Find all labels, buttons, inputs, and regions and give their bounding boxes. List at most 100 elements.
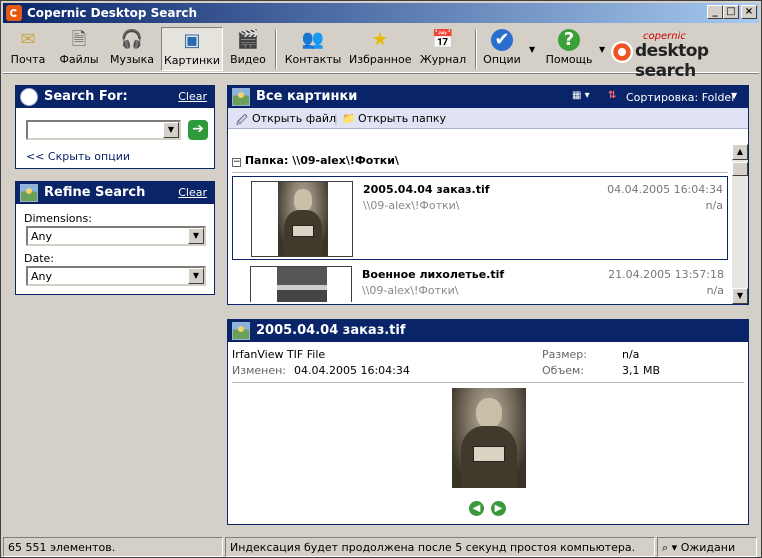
previous-arrow-icon[interactable]: ◀ — [469, 501, 484, 516]
clapperboard-icon: 🎬 — [236, 29, 260, 50]
size-value: n/a — [622, 348, 640, 361]
toolbar-video-button[interactable]: 🎬 Видео — [227, 27, 269, 71]
title-bar: Copernic Desktop Search _ □ × — [3, 3, 759, 23]
sort-icon: ⇅ — [608, 90, 617, 101]
indexing-status[interactable]: ⌕ ▾ Ожидани — [657, 537, 757, 557]
file-type: IrfanView TIF File — [232, 348, 326, 361]
volume-value: 3,1 MB — [622, 364, 661, 377]
search-for-panel: Search For: Clear ▼ ➔ << Скрыть опции — [15, 85, 215, 169]
search-go-button[interactable]: ➔ — [188, 120, 208, 140]
modified-value: 04.04.2005 16:04:34 — [294, 364, 410, 377]
result-thumbnail — [250, 266, 352, 302]
copernic-app-icon[interactable] — [6, 5, 22, 21]
result-path: \\09-alex\!Фотки\ — [363, 199, 460, 212]
refine-search-header: Refine Search Clear — [16, 182, 214, 204]
preview-header: 2005.04.04 заказ.tif — [228, 320, 748, 342]
action-separator: | — [334, 112, 338, 125]
status-message: Индексация будет продолжена после 5 секу… — [225, 537, 655, 557]
result-item[interactable]: 2005.04.04 заказ.tif \\09-alex\!Фотки\ 0… — [232, 176, 728, 260]
folder-divider — [232, 172, 728, 173]
preview-divider — [232, 382, 744, 383]
dimensions-label: Dimensions: — [24, 212, 92, 225]
sort-dropdown[interactable]: Сортировка: Folder — [626, 91, 736, 104]
hide-options-link[interactable]: << Скрыть опции — [26, 150, 130, 163]
scroll-down-button[interactable]: ▼ — [732, 288, 748, 304]
status-bar: 65 551 элементов. Индексация будет продо… — [3, 537, 759, 557]
result-size: n/a — [705, 199, 723, 212]
results-panel: Все картинки ▦ ▾ ⇅ Сортировка: Folder ▼ … — [227, 85, 749, 305]
mail-icon: ✉ — [20, 29, 36, 50]
calendar-icon: 📅 — [431, 29, 455, 50]
volume-label: Объем: — [542, 364, 584, 377]
toolbar-options-button[interactable]: ✔ Опции — [481, 27, 523, 71]
copernic-logo-icon — [611, 41, 633, 63]
search-input[interactable]: ▼ — [26, 120, 181, 140]
size-label: Размер: — [542, 348, 587, 361]
minimize-button[interactable]: _ — [707, 5, 723, 19]
refine-search-panel: Refine Search Clear Dimensions: Any ▼ Da… — [15, 181, 215, 295]
toolbar-journal-button[interactable]: 📅 Журнал — [417, 27, 469, 71]
chevron-down-icon[interactable]: ▼ — [188, 228, 204, 244]
help-icon: ? — [558, 29, 580, 51]
document-icon: 🗎 — [71, 29, 87, 50]
copernic-logo: copernic desktop search — [609, 31, 751, 81]
result-item[interactable]: Военное лихолетье.tif \\09-alex\!Фотки\ … — [232, 262, 728, 302]
dimensions-select[interactable]: Any ▼ — [26, 226, 206, 246]
star-icon: ★ — [371, 29, 389, 50]
result-size: n/a — [706, 284, 724, 297]
open-file-icon: 🖉 — [236, 114, 248, 127]
options-dropdown-arrow[interactable]: ▼ — [529, 45, 535, 54]
view-mode-icon[interactable]: ▦ ▾ — [572, 90, 590, 101]
result-path: \\09-alex\!Фотки\ — [362, 284, 459, 297]
picture-icon — [232, 88, 250, 106]
refine-clear-link[interactable]: Clear — [178, 186, 207, 199]
magnifier-icon: ⌕ ▾ — [662, 541, 678, 554]
result-thumbnail — [251, 181, 353, 257]
toolbar-separator — [475, 29, 477, 69]
toolbar-pictures-button[interactable]: ▣ Картинки — [161, 27, 223, 71]
chevron-down-icon[interactable]: ▼ — [188, 268, 204, 284]
main-toolbar: ✉ Почта 🗎 Файлы 🎧 Музыка ▣ Картинки 🎬 Ви… — [3, 25, 759, 81]
headphones-icon: 🎧 — [120, 29, 144, 50]
picture-icon: ▣ — [183, 30, 201, 51]
results-scrollbar[interactable]: ▲ ▼ — [732, 144, 748, 304]
toolbar-help-button[interactable]: ? Помощь — [543, 27, 595, 71]
toolbar-files-button[interactable]: 🗎 Файлы — [55, 27, 103, 71]
search-clear-link[interactable]: Clear — [178, 90, 207, 103]
date-label: Date: — [24, 252, 54, 265]
collapse-icon[interactable]: − — [232, 158, 241, 167]
app-window: Copernic Desktop Search _ □ × ✉ Почта 🗎 … — [0, 0, 762, 558]
close-button[interactable]: × — [741, 5, 757, 19]
maximize-button[interactable]: □ — [723, 5, 739, 19]
result-date: 04.04.2005 16:04:34 — [607, 183, 723, 196]
result-date: 21.04.2005 13:57:18 — [608, 268, 724, 281]
search-history-dropdown[interactable]: ▼ — [163, 122, 179, 138]
war-photo — [277, 267, 327, 302]
open-folder-button[interactable]: Открыть папку — [358, 112, 446, 125]
results-actions-bar: 🖉 Открыть файл | 📁 Открыть папку — [228, 108, 748, 129]
item-count: 65 551 элементов. — [3, 537, 223, 557]
folder-group-header[interactable]: − Папка: \\09-alex\!Фотки\ — [232, 154, 722, 167]
toolbar-contacts-button[interactable]: 👥 Контакты — [283, 27, 343, 71]
sort-dropdown-arrow[interactable]: ▼ — [731, 91, 737, 100]
toolbar-mail-button[interactable]: ✉ Почта — [9, 27, 47, 71]
checkmark-icon: ✔ — [491, 29, 513, 51]
modified-label: Изменен: — [232, 364, 287, 377]
toolbar-favorites-button[interactable]: ★ Избранное — [349, 27, 411, 71]
scroll-thumb[interactable] — [732, 162, 748, 176]
help-dropdown-arrow[interactable]: ▼ — [599, 45, 605, 54]
preview-image — [452, 388, 526, 488]
next-arrow-icon[interactable]: ▶ — [491, 501, 506, 516]
date-select[interactable]: Any ▼ — [26, 266, 206, 286]
window-title: Copernic Desktop Search — [27, 6, 198, 20]
magnifier-icon — [20, 88, 38, 106]
search-for-header: Search For: Clear — [16, 86, 214, 108]
open-file-button[interactable]: Открыть файл — [252, 112, 336, 125]
result-name: 2005.04.04 заказ.tif — [363, 183, 490, 196]
contacts-icon: 👥 — [301, 29, 325, 50]
picture-icon — [232, 322, 250, 340]
scroll-up-button[interactable]: ▲ — [732, 144, 748, 160]
toolbar-separator — [275, 29, 277, 69]
results-header: Все картинки ▦ ▾ ⇅ Сортировка: Folder ▼ — [228, 86, 748, 108]
toolbar-music-button[interactable]: 🎧 Музыка — [107, 27, 157, 71]
